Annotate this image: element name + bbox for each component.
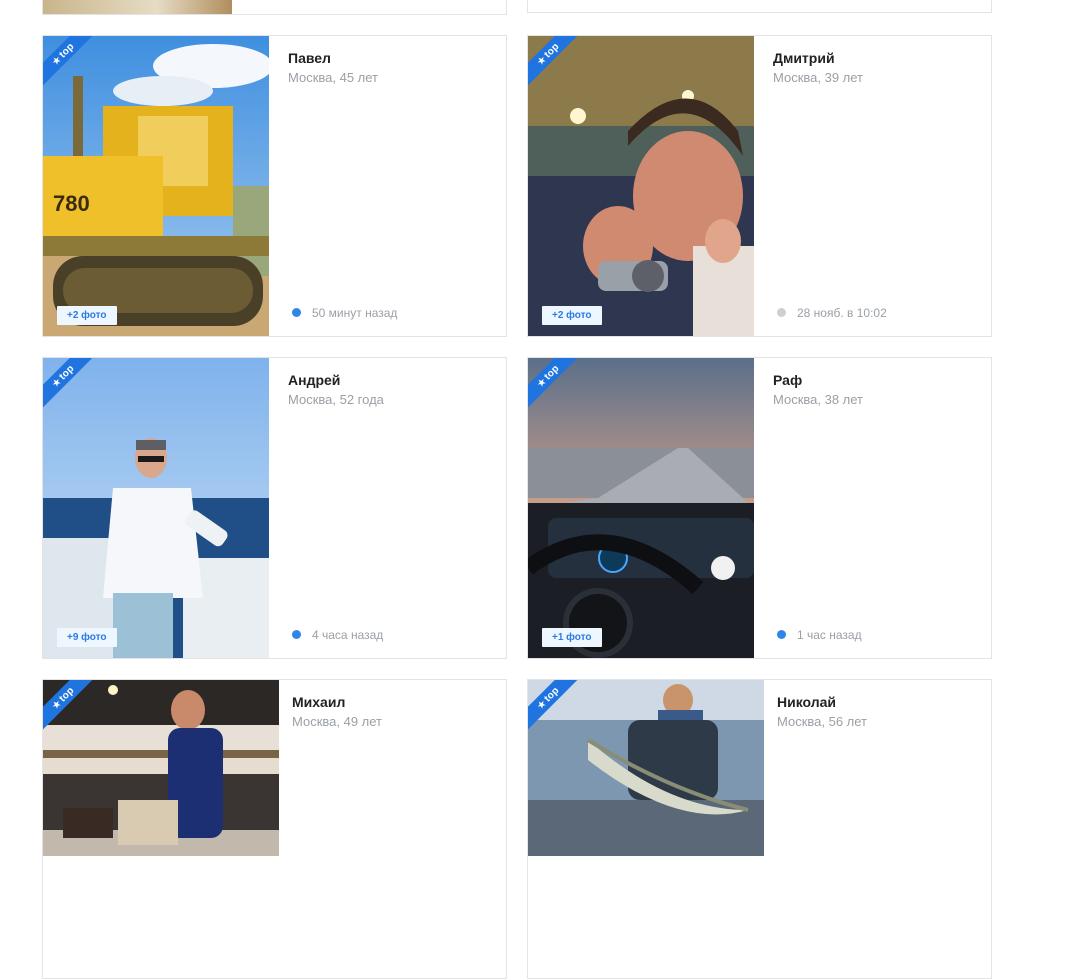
profile-card[interactable]: ★top +9 фото Андрей Москва, 52 года 4 ча… bbox=[42, 357, 507, 659]
online-indicator-icon bbox=[292, 308, 301, 317]
last-seen-status: 28 нояб. в 10:02 bbox=[777, 306, 887, 320]
profile-info: Николай Москва, 56 лет bbox=[764, 680, 991, 978]
profile-card-partial[interactable] bbox=[42, 0, 507, 15]
last-seen-text: 50 минут назад bbox=[312, 306, 398, 320]
last-seen-status: 1 час назад bbox=[777, 628, 862, 642]
profile-card[interactable]: ★top +1 фото Раф Москва, 38 лет 1 час на… bbox=[527, 357, 992, 659]
profile-photo[interactable]: ★top bbox=[528, 680, 764, 856]
profile-photo[interactable]: ★top +2 фото bbox=[528, 36, 754, 336]
profile-info: Павел Москва, 45 лет 50 минут назад bbox=[269, 36, 506, 336]
profile-card[interactable]: ★top Михаил Москва, 49 лет bbox=[42, 679, 507, 979]
profile-info: Дмитрий Москва, 39 лет 28 нояб. в 10:02 bbox=[754, 36, 991, 336]
offline-indicator-icon bbox=[777, 308, 786, 317]
online-indicator-icon bbox=[292, 630, 301, 639]
profile-location-age: Москва, 38 лет bbox=[773, 392, 864, 407]
profile-name[interactable]: Андрей bbox=[288, 372, 340, 388]
profile-location-age: Москва, 49 лет bbox=[292, 714, 383, 729]
last-seen-text: 4 часа назад bbox=[312, 628, 384, 642]
last-seen-status: 50 минут назад bbox=[292, 306, 397, 320]
profile-photo[interactable]: ★top bbox=[43, 680, 279, 856]
last-seen-text: 1 час назад bbox=[797, 628, 862, 642]
more-photos-badge[interactable]: +2 фото bbox=[57, 306, 117, 325]
more-photos-badge[interactable]: +9 фото bbox=[57, 628, 117, 647]
profile-info: Михаил Москва, 49 лет bbox=[279, 680, 506, 978]
online-indicator-icon bbox=[777, 630, 786, 639]
profile-photo[interactable]: ★top +9 фото bbox=[43, 358, 269, 658]
profile-photo-partial bbox=[43, 0, 232, 14]
profile-info: Раф Москва, 38 лет 1 час назад bbox=[754, 358, 991, 658]
profile-info: Андрей Москва, 52 года 4 часа назад bbox=[269, 358, 506, 658]
profile-name[interactable]: Павел bbox=[288, 50, 331, 66]
profile-photo[interactable]: 780 ★top +2 фото bbox=[43, 36, 269, 336]
svg-text:780: 780 bbox=[53, 191, 90, 216]
last-seen-status: 4 часа назад bbox=[292, 628, 383, 642]
profile-card[interactable]: ★top Николай Москва, 56 лет bbox=[527, 679, 992, 979]
profile-location-age: Москва, 52 года bbox=[288, 392, 384, 407]
profile-name[interactable]: Николай bbox=[777, 694, 836, 710]
more-photos-badge[interactable]: +2 фото bbox=[542, 306, 602, 325]
last-seen-text: 28 нояб. в 10:02 bbox=[797, 306, 887, 320]
profile-location-age: Москва, 45 лет bbox=[288, 70, 379, 85]
profile-card[interactable]: ★top +2 фото Дмитрий Москва, 39 лет 28 н… bbox=[527, 35, 992, 337]
profile-name[interactable]: Михаил bbox=[292, 694, 345, 710]
profile-card-partial[interactable] bbox=[527, 0, 992, 13]
profile-name[interactable]: Дмитрий bbox=[773, 50, 835, 66]
profile-location-age: Москва, 39 лет bbox=[773, 70, 864, 85]
profile-name[interactable]: Раф bbox=[773, 372, 802, 388]
more-photos-badge[interactable]: +1 фото bbox=[542, 628, 602, 647]
profile-card[interactable]: 780 ★top +2 фото Павел Москва, 45 лет 50… bbox=[42, 35, 507, 337]
profile-location-age: Москва, 56 лет bbox=[777, 714, 868, 729]
profile-photo[interactable]: ★top +1 фото bbox=[528, 358, 754, 658]
